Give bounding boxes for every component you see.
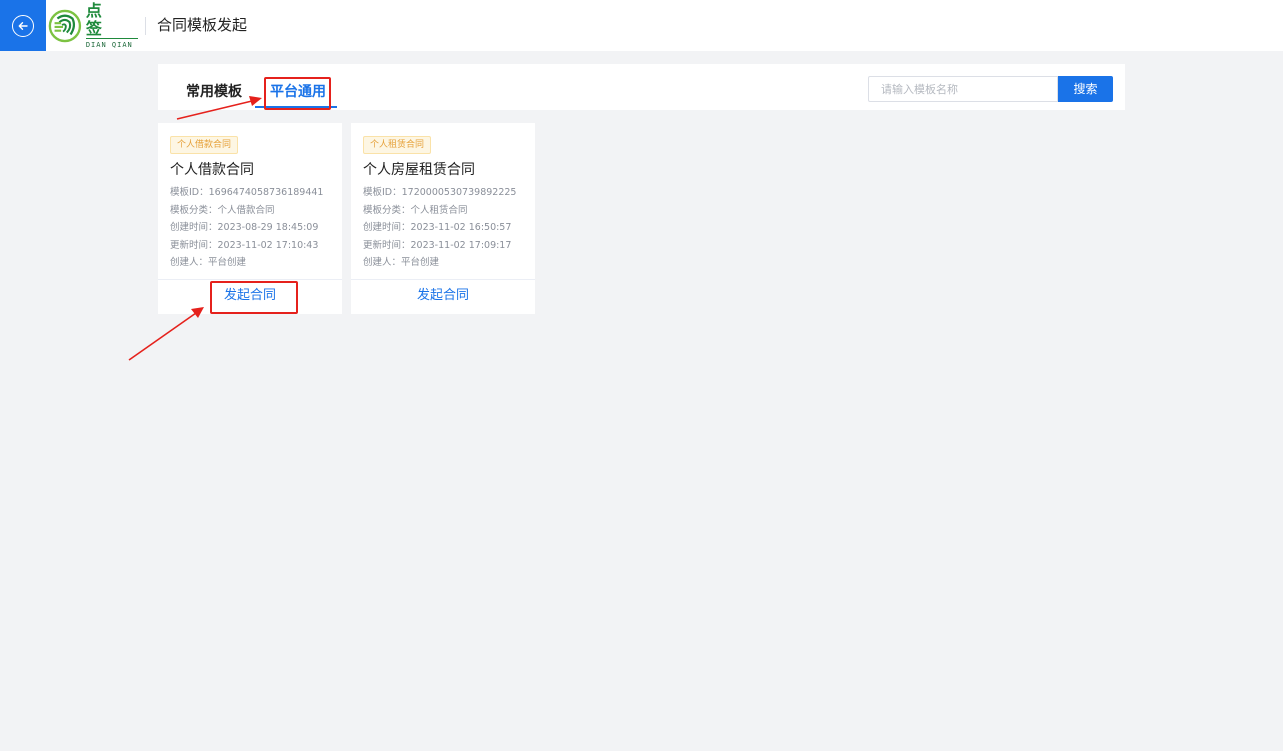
annotation-arrow-to-action xyxy=(128,307,204,361)
logo-text-cn: 点 签 xyxy=(85,1,108,38)
template-title: 个人房屋租赁合同 xyxy=(363,162,475,178)
template-search-input[interactable] xyxy=(868,76,1058,102)
annotation-highlight-action xyxy=(210,281,298,314)
template-category: 模板分类：个人借款合同 xyxy=(170,204,275,216)
back-button[interactable] xyxy=(0,0,46,51)
tab-common-templates[interactable]: 常用模板 xyxy=(186,82,242,102)
card-divider xyxy=(158,279,342,280)
category-tag: 个人租赁合同 xyxy=(363,136,432,154)
brand-logo: 点 签 DIAN QIAN xyxy=(48,2,138,49)
template-meta: 模板ID：1720000530739892225 模板分类：个人租赁合同 创建时… xyxy=(363,184,516,272)
creator: 创建人：平台创建 xyxy=(170,257,247,268)
annotation-highlight-tab xyxy=(264,77,331,110)
updated-time: 更新时间：2023-11-02 17:09:17 xyxy=(363,239,512,251)
creator: 创建人：平台创建 xyxy=(363,257,440,268)
template-category: 模板分类：个人租赁合同 xyxy=(363,204,468,216)
template-title: 个人借款合同 xyxy=(170,162,254,178)
created-time: 创建时间：2023-11-02 16:50:57 xyxy=(363,222,512,233)
template-id: 模板ID：1720000530739892225 xyxy=(363,187,517,198)
category-tag: 个人借款合同 xyxy=(170,136,239,154)
header-divider xyxy=(145,17,146,35)
logo-text-en: DIAN QIAN xyxy=(85,38,138,50)
search-button[interactable]: 搜索 xyxy=(1058,76,1113,102)
updated-time: 更新时间：2023-11-02 17:10:43 xyxy=(170,239,319,251)
top-header: 点 签 DIAN QIAN 合同模板发起 xyxy=(0,0,1283,51)
template-id: 模板ID：1696474058736189441 xyxy=(170,187,324,198)
fingerprint-logo-icon xyxy=(48,9,82,43)
page-title: 合同模板发起 xyxy=(157,16,248,34)
template-meta: 模板ID：1696474058736189441 模板分类：个人借款合同 创建时… xyxy=(170,184,323,272)
start-contract-button[interactable]: 发起合同 xyxy=(351,284,535,308)
arrow-left-circle-icon xyxy=(12,14,34,37)
annotation-arrows xyxy=(128,96,262,361)
card-divider xyxy=(351,279,535,280)
created-time: 创建时间：2023-08-29 18:45:09 xyxy=(170,222,319,233)
template-card: 个人租赁合同 个人房屋租赁合同 模板ID：1720000530739892225… xyxy=(351,123,535,314)
